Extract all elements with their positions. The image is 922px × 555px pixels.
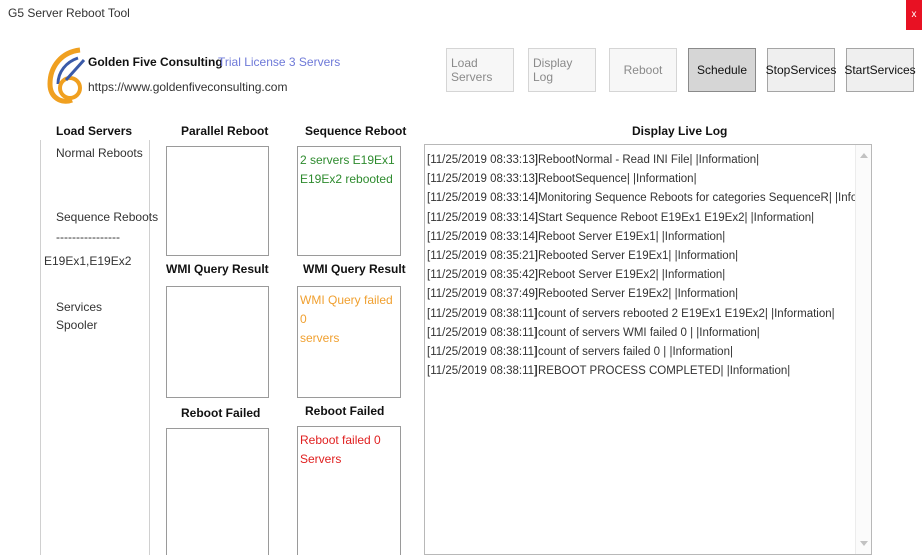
log-line: [11/25/2019 08:33:13] |RebootNormal - Rea… [427, 151, 871, 170]
log-line: [11/25/2019 08:35:21] |Rebooted Server E1… [427, 247, 871, 266]
log-line: [11/25/2019 08:37:49] |Rebooted Server E1… [427, 285, 871, 304]
sequence-reboots-item[interactable]: Sequence Reboots [56, 210, 158, 224]
log-message: |count of servers WMI failed 0 | |Inform… [535, 326, 760, 339]
sequence-servers-item[interactable]: E19Ex1,E19Ex2 [44, 254, 131, 268]
scroll-down-icon[interactable] [860, 541, 868, 546]
log-line: [11/25/2019 08:38:11] |count of servers r… [427, 305, 871, 324]
log-line: [11/25/2019 08:33:13] |RebootSequence| |I… [427, 170, 871, 189]
log-line: [11/25/2019 08:38:11] |count of servers f… [427, 343, 871, 362]
log-timestamp: [11/25/2019 08:33:13] [427, 173, 539, 186]
load-servers-panel [40, 140, 150, 555]
log-timestamp: [11/25/2019 08:38:11] [427, 346, 538, 359]
log-timestamp: [11/25/2019 08:38:11] [427, 326, 538, 339]
parallel-reboot-box [166, 146, 269, 256]
live-log-panel[interactable]: [11/25/2019 08:33:13] |RebootNormal - Rea… [424, 144, 872, 555]
log-message: |RebootNormal - Read INI File| |Informat… [535, 154, 760, 166]
window-title: G5 Server Reboot Tool [8, 6, 130, 20]
parallel-reboot-header: Parallel Reboot [181, 124, 269, 138]
log-line: [11/25/2019 08:38:11] |count of servers W… [427, 324, 871, 343]
sequence-wmi-box: WMI Query failed 0 servers [297, 286, 401, 398]
normal-reboots-item[interactable]: Normal Reboots [56, 146, 143, 160]
log-timestamp: [11/25/2019 08:35:42] [427, 269, 539, 282]
log-lines: [11/25/2019 08:33:13] |RebootNormal - Rea… [427, 151, 871, 381]
company-url: https://www.goldenfiveconsulting.com [88, 80, 288, 94]
parallel-wmi-box [166, 286, 269, 398]
sequence-reboot-line2: E19Ex2 rebooted [300, 172, 393, 186]
log-line: [11/25/2019 08:38:11] |REBOOT PROCESS COM… [427, 362, 871, 381]
log-line: [11/25/2019 08:33:14] |Start Sequence Reb… [427, 209, 871, 228]
sequence-wmi-header: WMI Query Result [303, 262, 406, 276]
list-separator: ---------------- [56, 230, 120, 244]
company-name: Golden Five Consulting [88, 55, 223, 69]
log-timestamp: [11/25/2019 08:38:11] [427, 307, 538, 320]
log-message: |REBOOT PROCESS COMPLETED| |Information| [535, 365, 791, 378]
log-timestamp: [11/25/2019 08:33:14] [427, 211, 539, 224]
sequence-failed-line1: Reboot failed 0 [300, 433, 381, 447]
log-timestamp: [11/25/2019 08:33:13] [427, 154, 539, 166]
log-message: |Rebooted Server E19Ex2| |Information| [535, 288, 739, 301]
log-line: [11/25/2019 08:33:14] |Reboot Server E19E… [427, 228, 871, 247]
sequence-failed-box: Reboot failed 0 Servers [297, 426, 401, 555]
sequence-wmi-line1: WMI Query failed 0 [300, 293, 393, 326]
log-scrollbar[interactable] [855, 145, 871, 554]
log-timestamp: [11/25/2019 08:35:21] [427, 250, 539, 263]
start-services-button[interactable]: StartServices [844, 48, 916, 92]
services-item[interactable]: Services [56, 300, 102, 314]
parallel-failed-header: Reboot Failed [181, 406, 261, 420]
log-line: [11/25/2019 08:35:42] |Reboot Server E19E… [427, 266, 871, 285]
scroll-up-icon[interactable] [860, 153, 868, 158]
display-log-button[interactable]: Display Log [528, 48, 596, 92]
golden-five-logo [47, 47, 86, 104]
log-timestamp: [11/25/2019 08:33:14] [427, 192, 539, 205]
log-message: |Reboot Server E19Ex1| |Information| [535, 230, 726, 243]
log-message: |RebootSequence| |Information| [535, 173, 697, 186]
stop-services-button[interactable]: StopServices [766, 48, 836, 92]
sequence-reboot-header: Sequence Reboot [305, 124, 407, 138]
log-message: |Reboot Server E19Ex2| |Information| [535, 269, 726, 282]
log-message: |Rebooted Server E19Ex1| |Information| [535, 250, 739, 263]
log-message: |count of servers rebooted 2 E19Ex1 E19E… [535, 307, 835, 320]
sequence-reboot-line1: 2 servers E19Ex1 [300, 153, 395, 167]
live-log-header: Display Live Log [632, 124, 728, 138]
sequence-failed-header: Reboot Failed [305, 404, 385, 418]
reboot-button[interactable]: Reboot [609, 48, 677, 92]
log-timestamp: [11/25/2019 08:38:11] [427, 365, 538, 378]
log-timestamp: [11/25/2019 08:37:49] [427, 288, 539, 301]
load-servers-header: Load Servers [56, 124, 133, 138]
schedule-button[interactable]: Schedule [688, 48, 756, 92]
load-servers-button[interactable]: Load Servers [446, 48, 514, 92]
log-message: |Monitoring Sequence Reboots for categor… [535, 192, 872, 205]
parallel-failed-box [166, 428, 269, 555]
trial-license-label: Trial License 3 Servers [218, 55, 341, 69]
sequence-wmi-line2: servers [300, 331, 340, 345]
log-message: |Start Sequence Reboot E19Ex1 E19Ex2| |I… [535, 211, 815, 224]
log-timestamp: [11/25/2019 08:33:14] [427, 230, 539, 243]
sequence-reboot-box: 2 servers E19Ex1 E19Ex2 rebooted [297, 146, 401, 256]
log-message: |count of servers failed 0 | |Informatio… [535, 346, 733, 359]
sequence-failed-line2: Servers [300, 452, 342, 466]
close-button[interactable]: x [906, 0, 922, 30]
parallel-wmi-header: WMI Query Result [166, 262, 269, 276]
log-line: [11/25/2019 08:33:14] |Monitoring Sequenc… [427, 189, 871, 208]
spooler-item[interactable]: Spooler [56, 318, 97, 332]
